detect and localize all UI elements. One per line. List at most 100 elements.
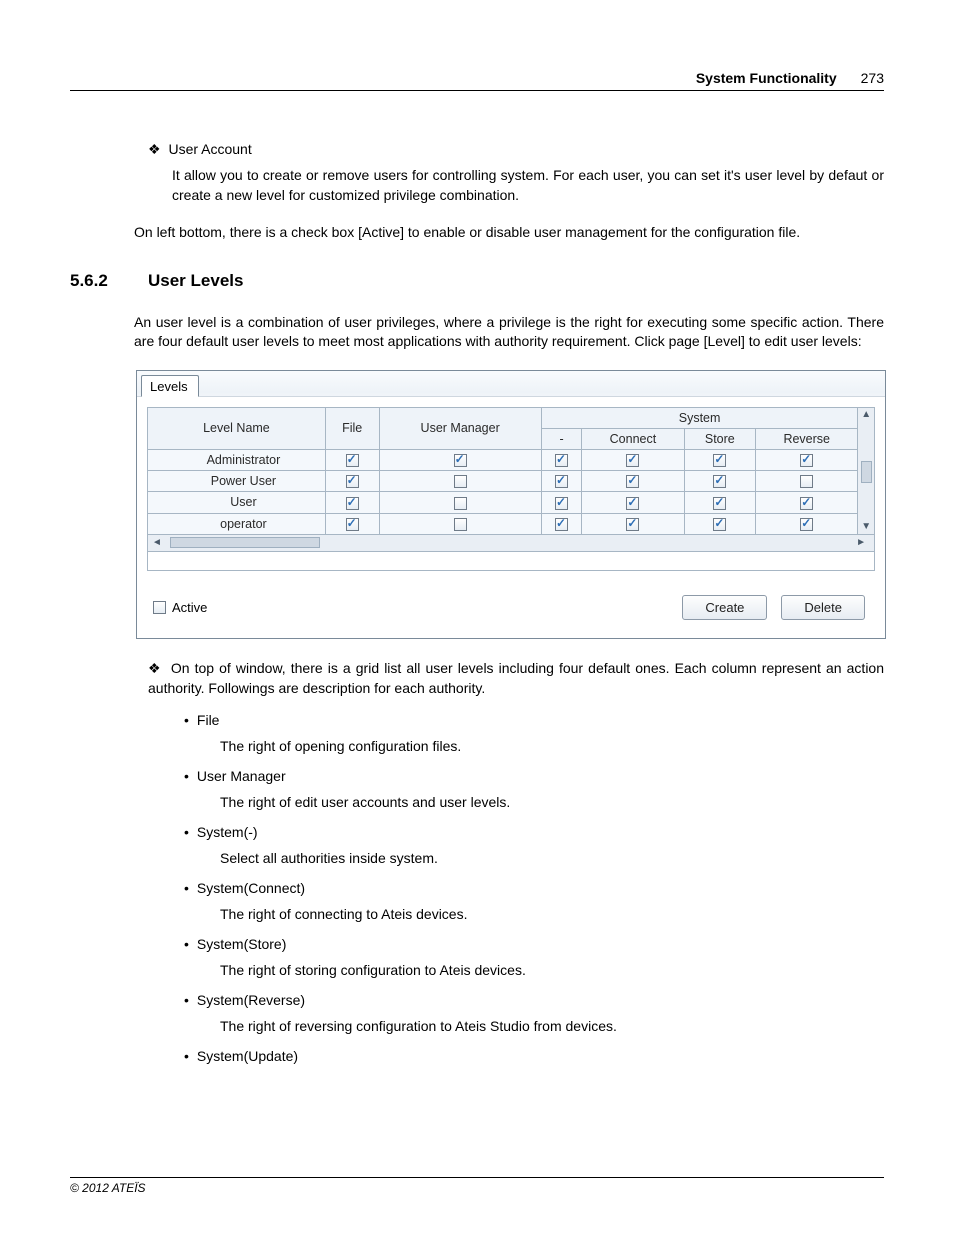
grid-checkbox[interactable] (626, 454, 639, 467)
scroll-down-icon[interactable]: ▼ (861, 520, 871, 534)
grid-checkbox[interactable] (555, 518, 568, 531)
table-row[interactable]: operator (148, 513, 858, 534)
checkbox-cell (379, 513, 541, 534)
subsection-title: User Account (168, 141, 251, 157)
authority-name: File (184, 712, 884, 728)
authority-description: The right of connecting to Ateis devices… (220, 906, 884, 922)
col-system-store: Store (684, 428, 756, 449)
grid-checkbox[interactable] (626, 475, 639, 488)
list-item: System(Store)The right of storing config… (184, 936, 884, 978)
grid-checkbox[interactable] (346, 475, 359, 488)
grid-checkbox[interactable] (555, 475, 568, 488)
section-heading: 5.6.2 User Levels (148, 271, 884, 291)
paragraph: An user level is a combination of user p… (134, 313, 884, 352)
levels-panel: Levels Level Name File User Manager Syst… (136, 370, 886, 639)
scroll-right-icon[interactable]: ► (852, 537, 870, 548)
levels-table: Level Name File User Manager System - Co… (147, 407, 858, 535)
grid-checkbox[interactable] (555, 454, 568, 467)
grid-checkbox[interactable] (800, 497, 813, 510)
grid-checkbox[interactable] (713, 518, 726, 531)
vertical-scrollbar[interactable]: ▲ ▼ (858, 407, 875, 535)
level-name-cell: User (148, 492, 326, 513)
checkbox-cell (541, 449, 581, 470)
grid-checkbox[interactable] (713, 454, 726, 467)
list-item: File The right of opening configuration f… (184, 712, 884, 754)
checkbox-cell (325, 471, 379, 492)
grid-checkbox[interactable] (346, 454, 359, 467)
grid-checkbox[interactable] (713, 497, 726, 510)
paragraph: On left bottom, there is a check box [Ac… (134, 223, 884, 243)
scroll-up-icon[interactable]: ▲ (861, 408, 871, 422)
authority-name: System(Reverse) (184, 992, 884, 1008)
table-row[interactable]: Power User (148, 471, 858, 492)
paragraph: On top of window, there is a grid list a… (148, 660, 884, 696)
delete-button[interactable]: Delete (781, 595, 865, 620)
section-number: 5.6.2 (70, 271, 148, 291)
checkbox-cell (541, 492, 581, 513)
grid-checkbox[interactable] (713, 475, 726, 488)
table-row[interactable]: User (148, 492, 858, 513)
paragraph-diamond: On top of window, there is a grid list a… (148, 659, 884, 698)
grid-checkbox[interactable] (454, 475, 467, 488)
grid-checkbox[interactable] (800, 475, 813, 488)
scroll-left-icon[interactable]: ◄ (148, 537, 166, 548)
checkbox-cell (582, 471, 684, 492)
active-checkbox[interactable] (153, 601, 166, 614)
grid-checkbox[interactable] (626, 518, 639, 531)
level-name-cell: operator (148, 513, 326, 534)
authority-description: The right of edit user accounts and user… (220, 794, 884, 810)
level-name-cell: Administrator (148, 449, 326, 470)
authority-name: User Manager (184, 768, 884, 784)
list-item: System(Reverse) The right of reversing co… (184, 992, 884, 1034)
grid-checkbox[interactable] (800, 518, 813, 531)
col-system-connect: Connect (582, 428, 684, 449)
checkbox-cell (325, 492, 379, 513)
authority-description: The right of opening configuration files… (220, 738, 884, 754)
list-item: System(-) Select all authorities inside s… (184, 824, 884, 866)
col-level-name: Level Name (148, 407, 326, 449)
checkbox-cell (756, 471, 858, 492)
list-item: System(Connect) The right of connecting t… (184, 880, 884, 922)
checkbox-cell (582, 492, 684, 513)
page-header: System Functionality 273 (70, 70, 884, 91)
checkbox-cell (684, 471, 756, 492)
blank-row (148, 551, 875, 571)
authority-description: The right of reversing configuration to … (220, 1018, 884, 1034)
tab-levels[interactable]: Levels (141, 375, 199, 397)
checkbox-cell (582, 513, 684, 534)
authority-list: File The right of opening configuration f… (184, 712, 884, 1064)
subsection-user-account: User Account (148, 141, 884, 158)
checkbox-cell (325, 513, 379, 534)
checkbox-cell (379, 471, 541, 492)
grid-checkbox[interactable] (800, 454, 813, 467)
list-item: System(Update) (184, 1048, 884, 1064)
checkbox-cell (582, 449, 684, 470)
table-row[interactable]: Administrator (148, 449, 858, 470)
grid-checkbox[interactable] (555, 497, 568, 510)
grid-checkbox[interactable] (346, 518, 359, 531)
grid-checkbox[interactable] (346, 497, 359, 510)
col-system-dash: - (541, 428, 581, 449)
horizontal-scrollbar[interactable]: ◄ ► (147, 535, 875, 552)
grid-checkbox[interactable] (454, 454, 467, 467)
authority-description: Select all authorities inside system. (220, 850, 884, 866)
create-button[interactable]: Create (682, 595, 767, 620)
col-user-manager: User Manager (379, 407, 541, 449)
authority-name: System(Connect) (184, 880, 884, 896)
authority-name: System(Store) (184, 936, 884, 952)
checkbox-cell (379, 449, 541, 470)
checkbox-cell (684, 513, 756, 534)
scroll-thumb[interactable] (170, 537, 320, 548)
scroll-thumb[interactable] (861, 461, 872, 483)
list-item: User Manager The right of edit user accou… (184, 768, 884, 810)
grid-checkbox[interactable] (454, 497, 467, 510)
checkbox-cell (379, 492, 541, 513)
checkbox-cell (684, 449, 756, 470)
checkbox-cell (756, 449, 858, 470)
grid-checkbox[interactable] (454, 518, 467, 531)
authority-name: System(-) (184, 824, 884, 840)
authority-name: System(Update) (184, 1048, 884, 1064)
level-name-cell: Power User (148, 471, 326, 492)
col-system-reverse: Reverse (756, 428, 858, 449)
grid-checkbox[interactable] (626, 497, 639, 510)
